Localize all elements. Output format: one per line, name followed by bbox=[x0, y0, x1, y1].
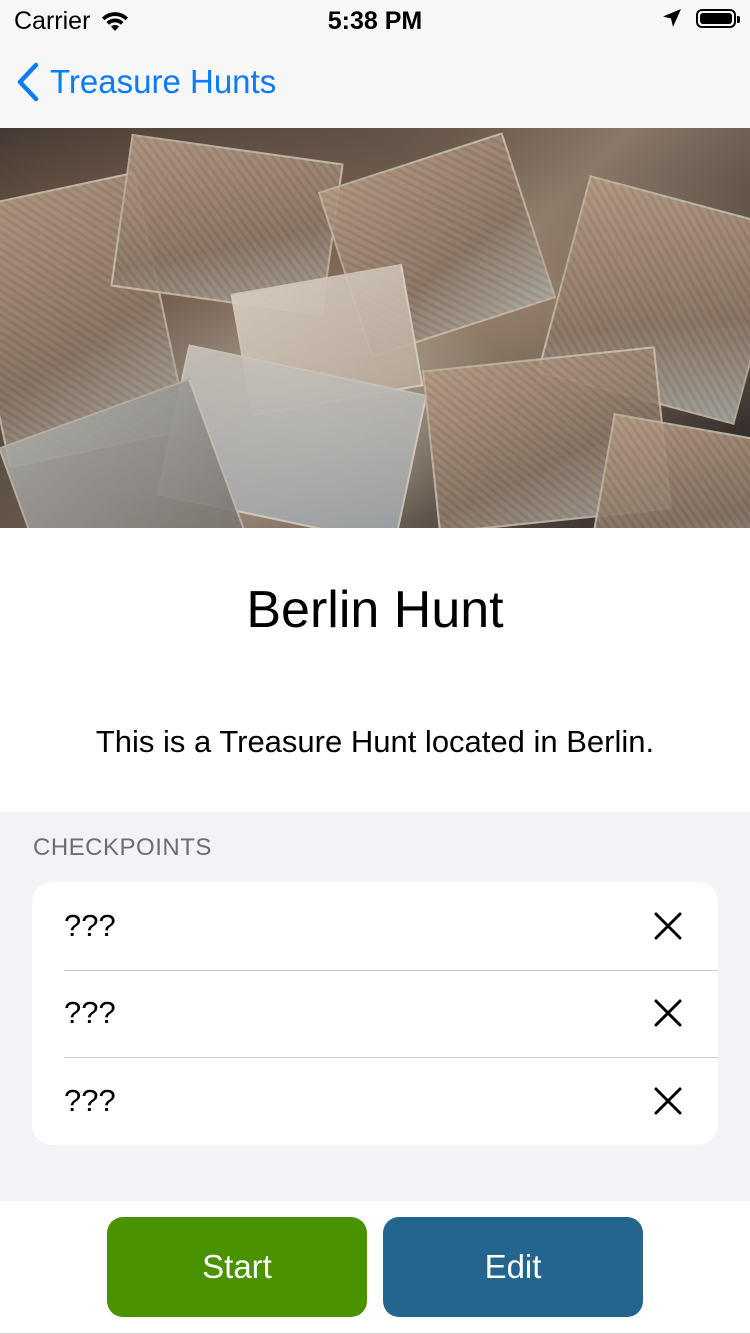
action-bar: Start Edit bbox=[0, 1201, 750, 1334]
back-button[interactable]: Treasure Hunts bbox=[16, 62, 276, 102]
hunt-title: Berlin Hunt bbox=[246, 581, 504, 639]
checkpoint-row[interactable]: ??? bbox=[32, 882, 718, 970]
status-bar: Carrier 5:38 PM bbox=[0, 0, 750, 40]
checkpoint-label: ??? bbox=[64, 907, 116, 943]
checkpoints-list: ??? ??? ??? bbox=[32, 882, 718, 1145]
hunt-description: This is a Treasure Hunt located in Berli… bbox=[95, 724, 655, 759]
checkpoint-label: ??? bbox=[64, 1082, 116, 1118]
checkpoints-header: CHECKPOINTS bbox=[33, 834, 212, 861]
close-icon[interactable] bbox=[650, 908, 686, 944]
hunt-info: Berlin Hunt This is a Treasure Hunt loca… bbox=[0, 528, 750, 812]
checkpoints-section: CHECKPOINTS ??? ??? ??? bbox=[0, 812, 750, 1201]
edit-button[interactable]: Edit bbox=[383, 1217, 643, 1317]
status-time: 5:38 PM bbox=[327, 7, 423, 35]
checkpoint-label: ??? bbox=[64, 995, 116, 1031]
checkpoint-row[interactable]: ??? bbox=[32, 969, 718, 1058]
hero-image bbox=[0, 128, 750, 528]
chevron-left-icon bbox=[17, 62, 39, 102]
close-icon[interactable] bbox=[650, 1083, 686, 1119]
close-icon[interactable] bbox=[650, 995, 686, 1031]
location-arrow-icon bbox=[663, 9, 681, 27]
battery-icon bbox=[696, 8, 740, 28]
checkpoint-row[interactable]: ??? bbox=[32, 1057, 718, 1145]
map-sheet bbox=[588, 413, 750, 528]
status-right bbox=[662, 8, 740, 28]
back-button-label: Treasure Hunts bbox=[50, 63, 277, 100]
start-button[interactable]: Start bbox=[107, 1217, 367, 1317]
navigation-bar: Treasure Hunts bbox=[0, 40, 750, 128]
